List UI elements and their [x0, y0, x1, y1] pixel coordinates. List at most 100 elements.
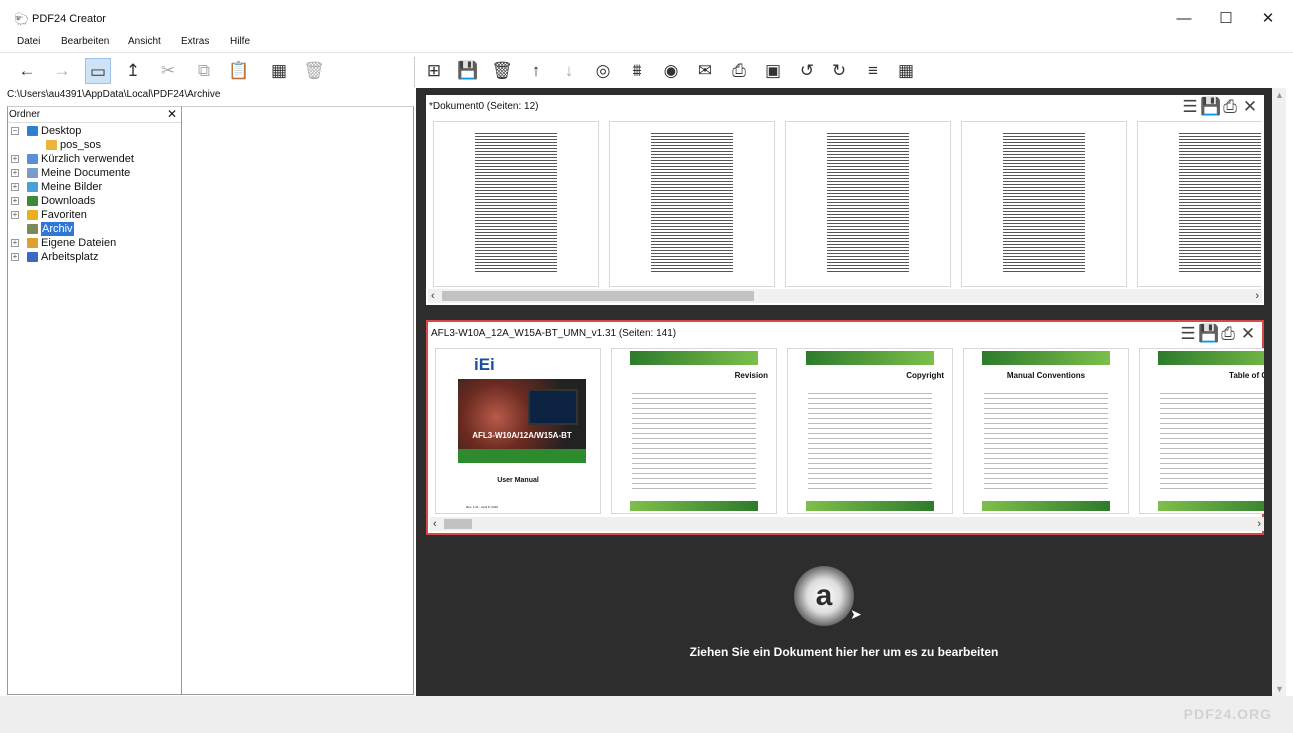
- tree-item[interactable]: pos_sos: [8, 138, 181, 152]
- horizontal-scrollbar[interactable]: ‹ ›: [430, 517, 1264, 531]
- tree-item-label: Meine Documente: [41, 167, 131, 179]
- page-thumbnail[interactable]: [785, 121, 951, 287]
- split-icon[interactable]: ⩩: [624, 58, 650, 84]
- cut-icon[interactable]: ✂: [155, 58, 181, 84]
- preview-icon[interactable]: ◉: [658, 58, 684, 84]
- minimize-button[interactable]: —: [1164, 6, 1204, 32]
- scroll-up-arrow[interactable]: ▲: [1275, 90, 1284, 100]
- tree-item[interactable]: + Eigene Dateien: [8, 236, 181, 250]
- document-title: AFL3-W10A_12A_W15A-BT_UMN_v1.31 (Seiten:…: [431, 328, 677, 339]
- save-icon[interactable]: 💾: [1200, 97, 1221, 117]
- page-thumbnail[interactable]: Copyright: [787, 348, 953, 514]
- print-icon[interactable]: ⎙: [726, 58, 752, 84]
- save-icon[interactable]: 💾: [455, 58, 481, 84]
- page-footer-banner: [630, 501, 758, 511]
- expand-icon[interactable]: +: [11, 183, 19, 191]
- expand-icon[interactable]: +: [11, 197, 19, 205]
- file-list-pane[interactable]: [182, 106, 414, 695]
- save-icon[interactable]: 💾: [1198, 324, 1219, 344]
- scroll-down-arrow[interactable]: ▼: [1275, 684, 1284, 694]
- page-text-preview: [984, 389, 1108, 491]
- up-folder-icon[interactable]: ↥: [120, 58, 146, 84]
- rotate-left-icon[interactable]: ↺: [794, 58, 820, 84]
- maximize-button[interactable]: ☐: [1206, 6, 1246, 32]
- scroll-left-arrow[interactable]: ‹: [433, 517, 437, 531]
- copy-icon[interactable]: ⧉: [191, 58, 217, 84]
- expand-icon[interactable]: +: [11, 239, 19, 247]
- page-thumbnail[interactable]: [433, 121, 599, 287]
- menu-bearbeiten[interactable]: Bearbeiten: [61, 36, 109, 47]
- horizontal-scrollbar[interactable]: ‹ ›: [428, 289, 1262, 303]
- move-down-icon[interactable]: ↓: [556, 58, 582, 84]
- document-workspace[interactable]: *Dokument0 (Seiten: 12) ☰ 💾 ⎙ ✕ ‹ › AFL3-W1…: [416, 88, 1272, 696]
- page-thumbnail[interactable]: [961, 121, 1127, 287]
- menu-icon[interactable]: ☰: [1180, 97, 1200, 117]
- menu-datei[interactable]: Datei: [17, 36, 40, 47]
- forward-icon[interactable]: →: [49, 58, 75, 84]
- folder-path: C:\Users\au4391\AppData\Local\PDF24\Arch…: [7, 89, 221, 100]
- document-card[interactable]: *Dokument0 (Seiten: 12) ☰ 💾 ⎙ ✕ ‹ ›: [426, 95, 1264, 305]
- page-thumbnail[interactable]: [609, 121, 775, 287]
- page-text-preview: [1003, 132, 1085, 274]
- tree-item-label: Desktop: [41, 125, 82, 137]
- vertical-scrollbar[interactable]: ▲ ▼: [1272, 88, 1286, 696]
- page-text-preview: [827, 132, 909, 274]
- compress-icon[interactable]: ▣: [760, 58, 786, 84]
- print-icon[interactable]: ⎙: [1218, 324, 1238, 344]
- expand-icon[interactable]: +: [11, 253, 19, 261]
- close-icon[interactable]: ✕: [1238, 324, 1258, 344]
- expand-icon[interactable]: +: [11, 211, 19, 219]
- back-icon[interactable]: ←: [14, 58, 40, 84]
- expand-icon[interactable]: +: [11, 155, 19, 163]
- grid-view-icon[interactable]: ▦: [266, 58, 292, 84]
- tree-item[interactable]: Archiv: [8, 222, 181, 236]
- scrollbar-thumb[interactable]: [442, 291, 754, 301]
- folder-view-icon[interactable]: ▭: [85, 58, 111, 84]
- tree-item[interactable]: + Meine Documente: [8, 166, 181, 180]
- page-text-preview: [475, 132, 557, 274]
- close-window-button[interactable]: ✕: [1248, 6, 1288, 32]
- move-up-icon[interactable]: ↑: [523, 58, 549, 84]
- collapse-icon[interactable]: −: [11, 127, 19, 135]
- sort-icon[interactable]: ≡: [860, 58, 886, 84]
- close-icon[interactable]: ✕: [1240, 97, 1260, 117]
- tree-item[interactable]: + Meine Bilder: [8, 180, 181, 194]
- recent-icon: [27, 154, 38, 164]
- tree-item[interactable]: + Kürzlich verwendet: [8, 152, 181, 166]
- page-thumbnail[interactable]: Manual Conventions: [963, 348, 1129, 514]
- status-bar: PDF24.ORG: [0, 696, 1293, 733]
- iei-logo: iEi: [474, 355, 495, 374]
- menu-ansicht[interactable]: Ansicht: [128, 36, 161, 47]
- print-icon[interactable]: ⎙: [1220, 97, 1240, 117]
- page-thumbnail[interactable]: [1137, 121, 1262, 287]
- email-icon[interactable]: ✉: [692, 58, 718, 84]
- cover-revision: Rev. 1.31 - April 8, 2019: [466, 505, 498, 509]
- scroll-right-arrow[interactable]: ›: [1257, 517, 1261, 531]
- tree-item[interactable]: + Downloads: [8, 194, 181, 208]
- paste-icon[interactable]: 📋: [226, 58, 252, 84]
- tree-item[interactable]: − Desktop: [8, 124, 181, 138]
- close-folder-pane-button[interactable]: ✕: [167, 107, 177, 122]
- merge-icon[interactable]: ◎: [590, 58, 616, 84]
- scroll-right-arrow[interactable]: ›: [1255, 289, 1259, 303]
- tree-item[interactable]: + Arbeitsplatz: [8, 250, 181, 264]
- delete-icon[interactable]: 🗑: [301, 58, 327, 84]
- new-document-icon[interactable]: ⊞: [421, 58, 447, 84]
- page-thumbnail[interactable]: Revision: [611, 348, 777, 514]
- rotate-right-icon[interactable]: ↻: [826, 58, 852, 84]
- user-files-icon: [27, 238, 38, 248]
- expand-icon[interactable]: +: [11, 169, 19, 177]
- scroll-left-arrow[interactable]: ‹: [431, 289, 435, 303]
- page-thumbnail[interactable]: iEi AFL3-W10A/12A/W15A-BT User Manual Rev. …: [435, 348, 601, 514]
- menu-icon[interactable]: ☰: [1178, 324, 1198, 344]
- tree-item[interactable]: + Favoriten: [8, 208, 181, 222]
- menu-extras[interactable]: Extras: [181, 36, 209, 47]
- scrollbar-thumb[interactable]: [444, 519, 472, 529]
- trash-icon[interactable]: 🗑: [489, 58, 515, 84]
- document-tools: ☰ 💾 ⎙ ✕: [1180, 97, 1260, 117]
- menu-hilfe[interactable]: Hilfe: [230, 36, 250, 47]
- document-card-selected[interactable]: AFL3-W10A_12A_W15A-BT_UMN_v1.31 (Seiten:…: [426, 320, 1264, 535]
- page-grid-icon[interactable]: ▦: [893, 58, 919, 84]
- page-thumbnail[interactable]: Table of Contents: [1139, 348, 1264, 514]
- star-icon: [27, 210, 38, 220]
